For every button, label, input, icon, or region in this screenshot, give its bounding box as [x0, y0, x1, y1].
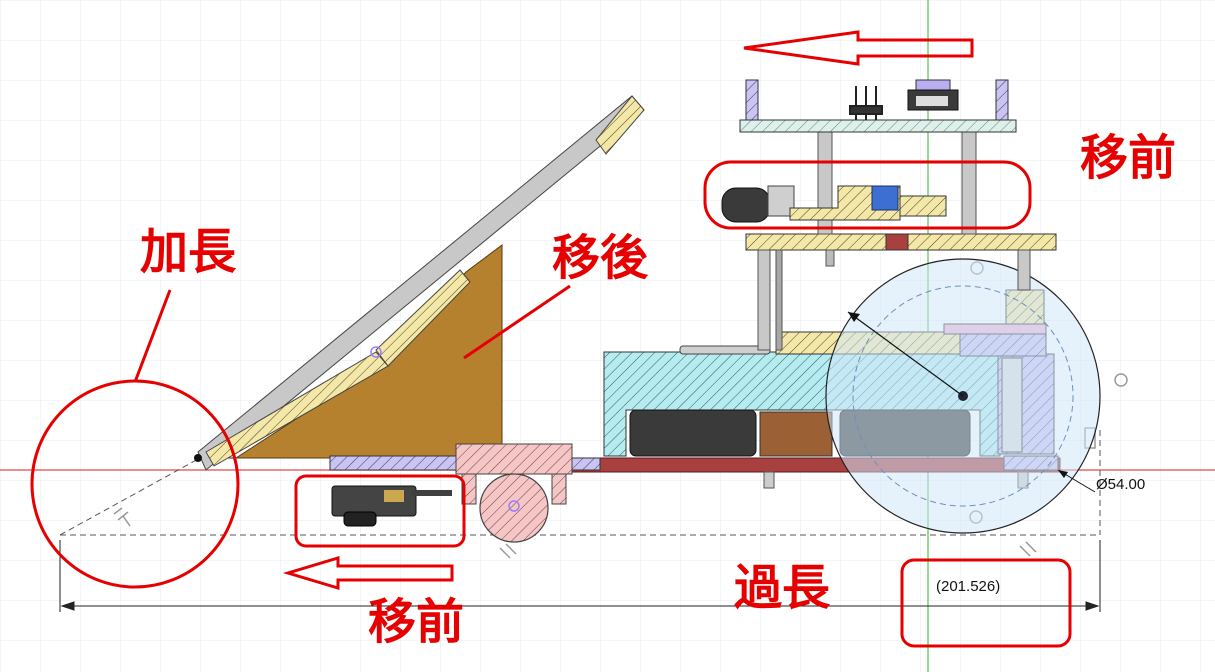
battery-cell-left: [629, 409, 757, 457]
top-pcb: [739, 119, 1017, 133]
wheel-diameter-dimension[interactable]: Ø54.00: [1096, 476, 1145, 493]
caster-housing: [455, 443, 573, 475]
annotation-too-long: 過長: [734, 560, 831, 616]
pcb-switch-window: [916, 96, 948, 106]
sensor-lens: [721, 187, 771, 223]
standoff-mid-1: [757, 249, 771, 351]
overall-length-dimension[interactable]: (201.526): [936, 578, 1000, 595]
annotation-moved-forward-top: 移前: [1080, 130, 1177, 186]
standoff-lower-1: [763, 471, 775, 489]
pcb-switch-cap: [915, 79, 951, 91]
caster-bracket-right: [551, 473, 567, 505]
front-sensor-mount: [384, 490, 404, 502]
battery-top-rib: [679, 345, 771, 355]
sensor-blue-chip: [871, 185, 899, 211]
chassis-front-plate: [329, 455, 459, 471]
annotation-lengthen: 加長: [140, 224, 237, 280]
drive-wheel[interactable]: [825, 258, 1101, 534]
pcb-post-left: [745, 79, 759, 121]
mid-plate-red-bar: [885, 233, 909, 251]
scoop-tip-point: [194, 454, 202, 462]
standoff-mid-3: [1017, 249, 1031, 291]
chassis-mid-plate: [571, 457, 601, 471]
battery-mid-block: [759, 411, 833, 457]
pcb-post-right: [995, 79, 1009, 121]
annotation-moved-back: 移後: [552, 230, 649, 286]
sensor-bracket: [899, 195, 947, 217]
annotation-moved-forward-bottom: 移前: [368, 594, 465, 650]
standoff-top-2: [961, 129, 977, 235]
front-sensor-pcb: [412, 490, 452, 496]
cad-viewport[interactable]: [0, 0, 1215, 672]
front-sensor-lens: [343, 511, 377, 527]
caster-wheel: [479, 473, 549, 543]
standoff-mid-4: [825, 249, 835, 267]
standoff-mid-2: [775, 249, 783, 351]
